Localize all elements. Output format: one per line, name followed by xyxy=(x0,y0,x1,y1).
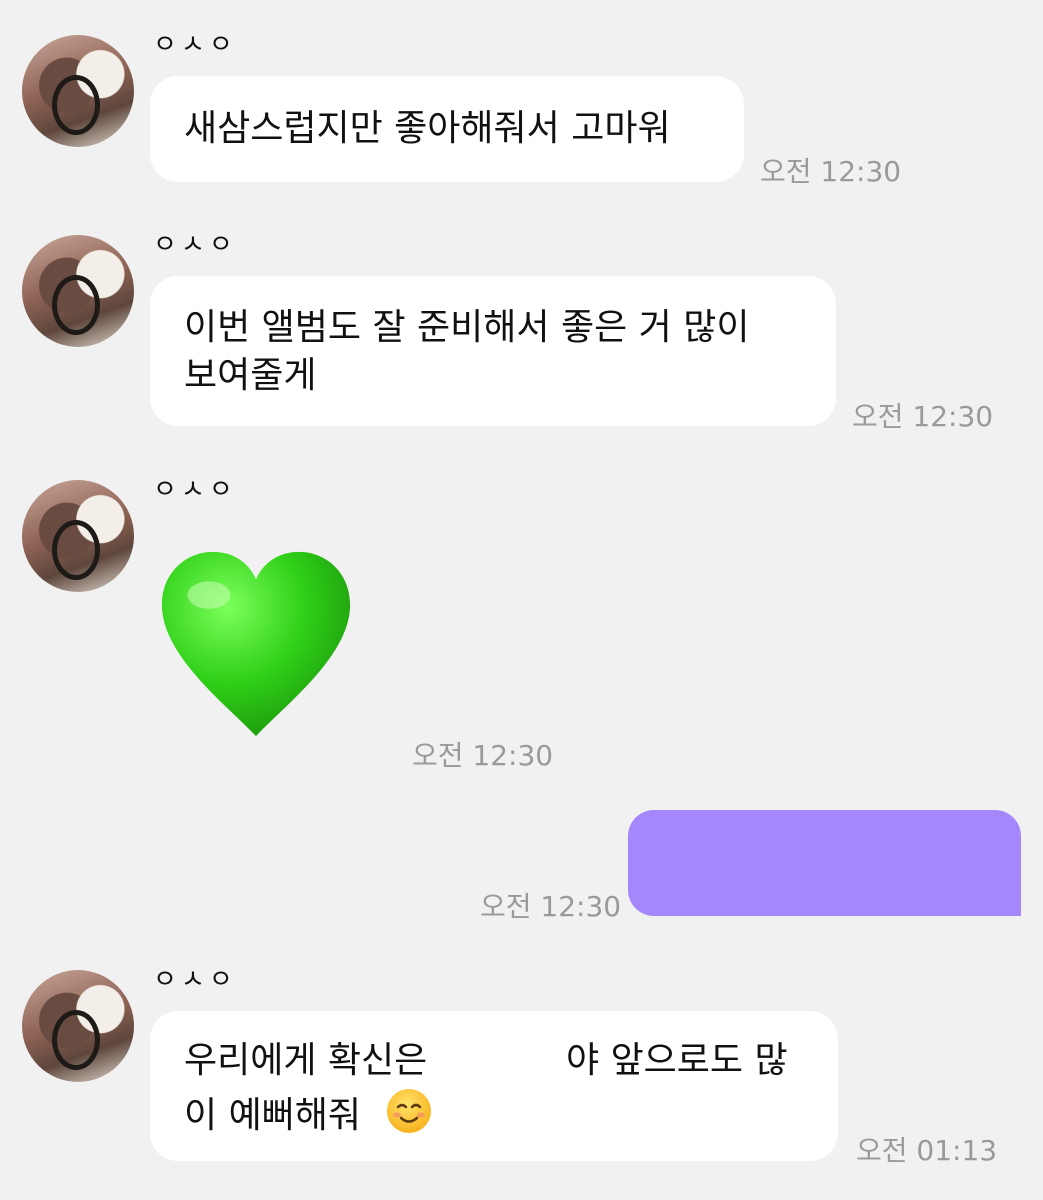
sender-avatar[interactable] xyxy=(22,35,134,147)
sender-name: ㅇㅅㅇ xyxy=(153,230,237,260)
message-text: 새삼스럽지만 좋아해줘서 고마워 xyxy=(184,108,671,149)
sender-name: ㅇㅅㅇ xyxy=(153,30,237,60)
smiling-face-icon xyxy=(386,1089,431,1133)
message-time: 오전 12:30 xyxy=(852,400,994,433)
message-time: 오전 12:30 xyxy=(480,890,622,923)
sender-avatar[interactable] xyxy=(22,235,134,347)
message-bubble[interactable]: 새삼스럽지만 좋아해줘서 고마워 xyxy=(150,76,744,182)
sender-name: ㅇㅅㅇ xyxy=(153,965,237,995)
outgoing-message-bubble[interactable] xyxy=(628,810,1021,916)
avatar-glasses xyxy=(52,275,100,335)
message-time: 오전 01:13 xyxy=(856,1134,998,1167)
message-time: 오전 12:30 xyxy=(760,155,902,188)
message-text: 이 예뻐해줘 xyxy=(184,1095,362,1136)
message-time: 오전 12:30 xyxy=(412,739,554,772)
sender-avatar[interactable] xyxy=(22,480,134,592)
message-text: 보여줄게 xyxy=(184,355,317,396)
sender-name: ㅇㅅㅇ xyxy=(153,475,237,505)
avatar-glasses xyxy=(52,75,100,135)
message-text: 야 앞으로도 많 xyxy=(566,1040,788,1081)
message-bubble[interactable]: 이번 앨범도 잘 준비해서 좋은 거 많이 보여줄게 xyxy=(150,276,836,426)
message-text: 이번 앨범도 잘 준비해서 좋은 거 많이 xyxy=(184,307,750,348)
message-bubble[interactable]: 우리에게 확신은 야 앞으로도 많 이 예뻐해줘 xyxy=(150,1011,838,1161)
sender-avatar[interactable] xyxy=(22,970,134,1082)
message-text: 우리에게 확신은 xyxy=(184,1040,428,1081)
avatar-glasses xyxy=(52,1010,100,1070)
green-heart-icon[interactable] xyxy=(158,548,354,744)
avatar-glasses xyxy=(52,520,100,580)
